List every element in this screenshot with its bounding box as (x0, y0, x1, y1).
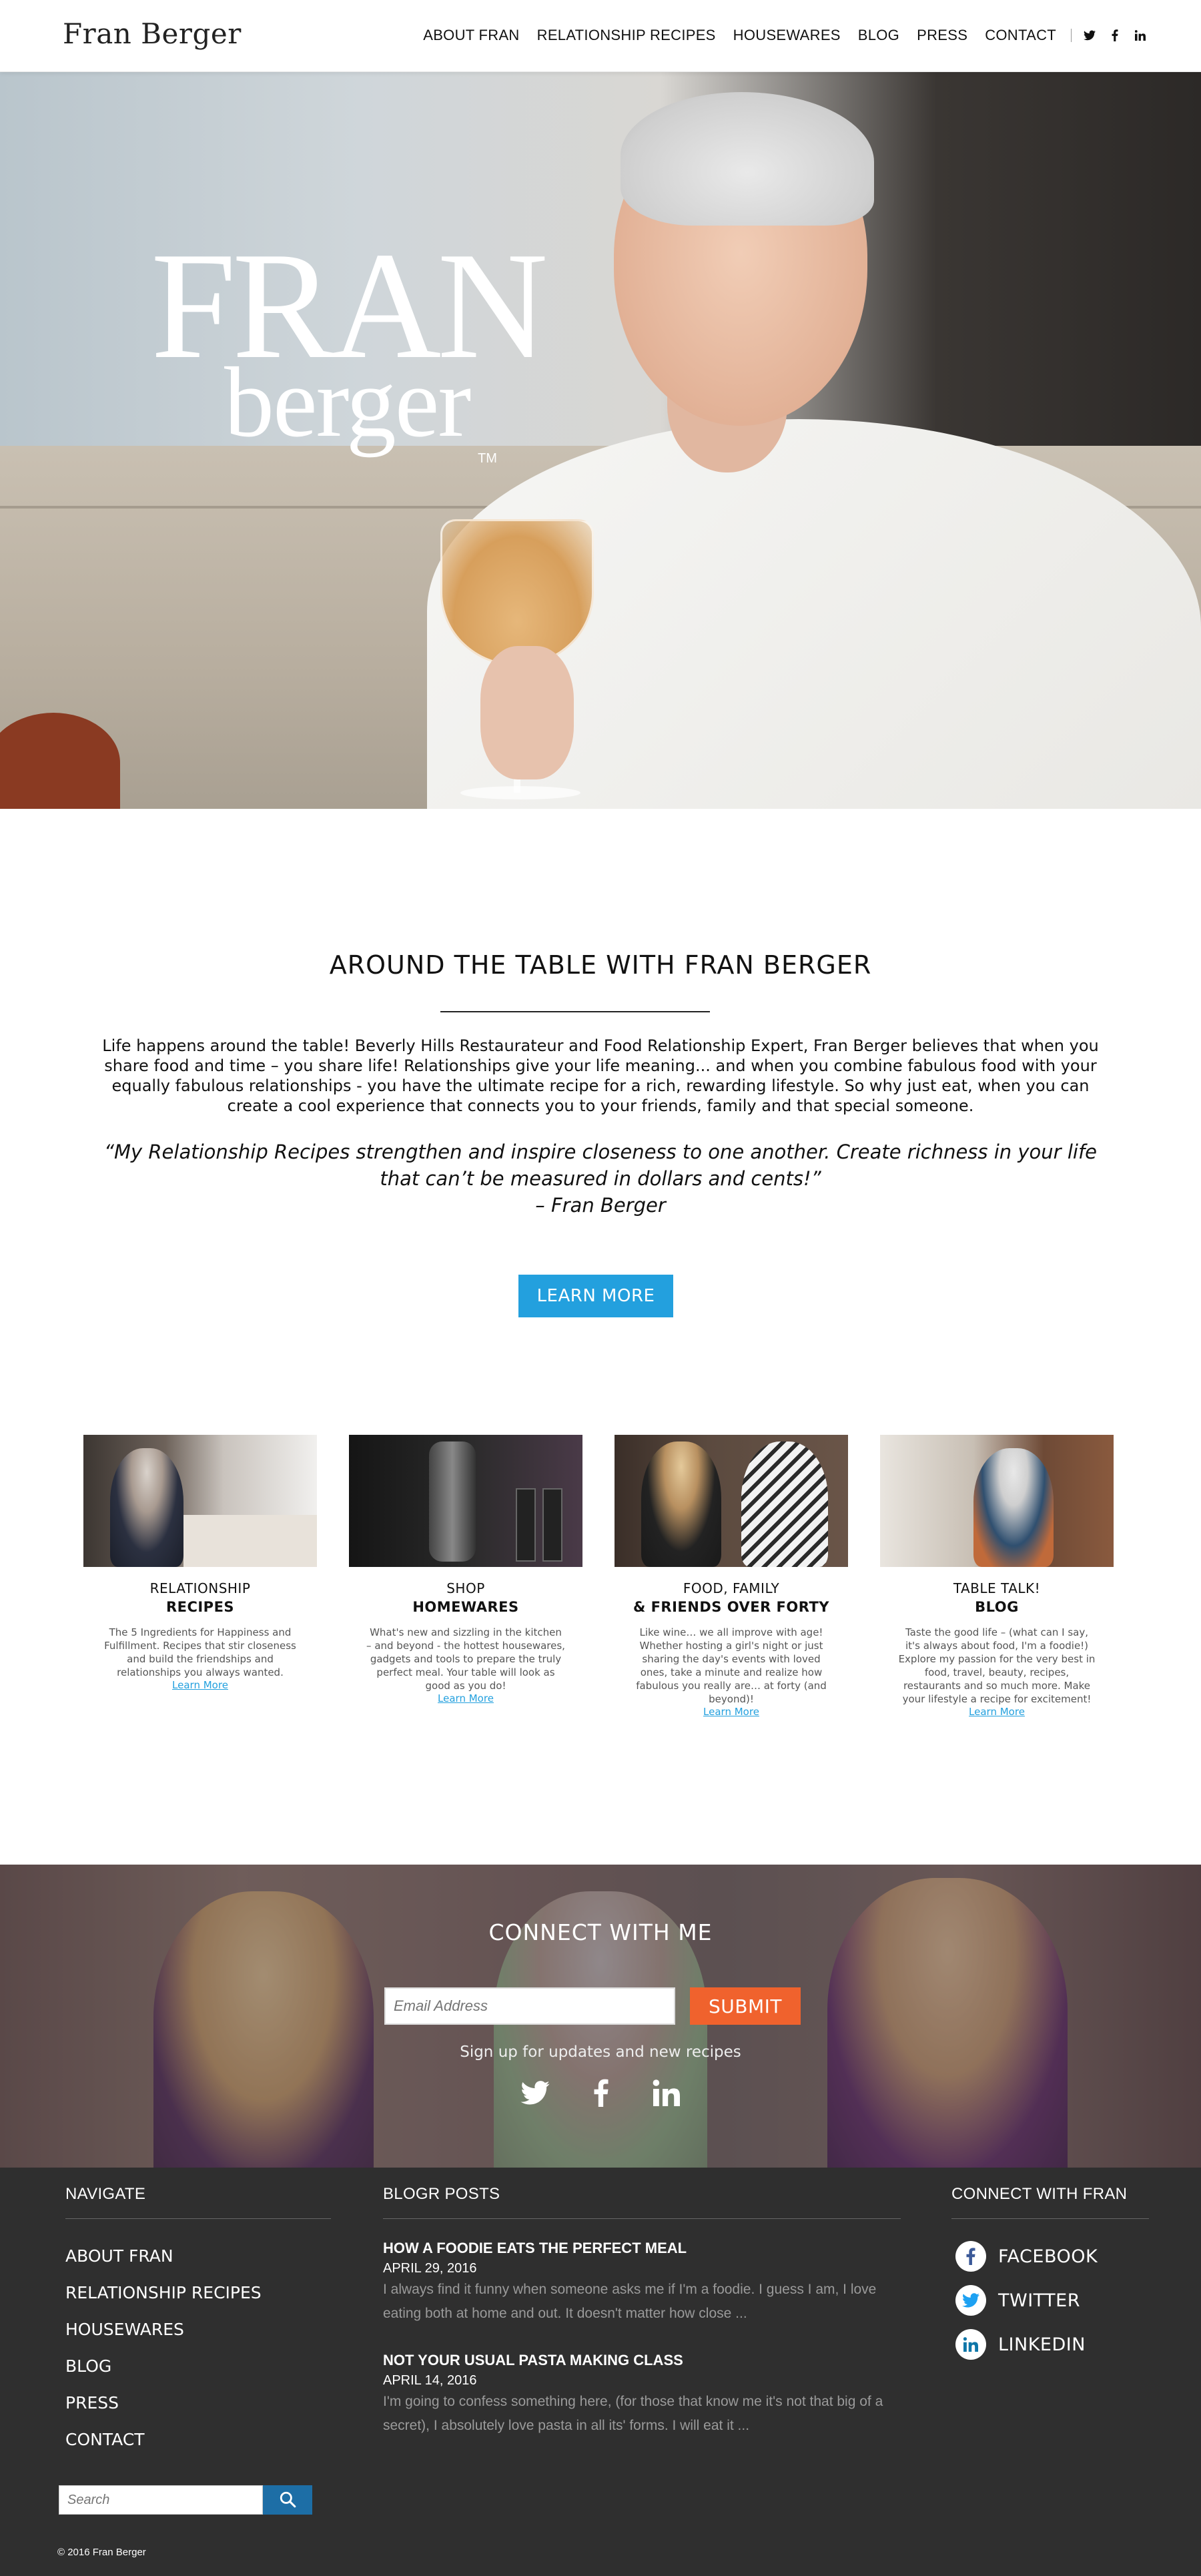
connect-social-icons (520, 2075, 681, 2113)
nav-about-fran[interactable]: ABOUT FRAN (423, 27, 519, 44)
card-food-family-friends: FOOD, FAMILY & FRIENDS OVER FORTY Like w… (615, 1435, 848, 1718)
card-learn-more-link[interactable]: Learn More (880, 1706, 1114, 1718)
hero-hair (621, 92, 874, 226)
hero-wine-glass (440, 519, 594, 666)
brand-logo[interactable]: Fran Berger (63, 17, 242, 50)
post-title[interactable]: NOT YOUR USUAL PASTA MAKING CLASS (383, 2352, 883, 2369)
search-icon (279, 2491, 296, 2510)
post-title[interactable]: HOW A FOODIE EATS THE PERFECT MEAL (383, 2240, 883, 2257)
card-image[interactable] (349, 1435, 582, 1567)
card-learn-more-link[interactable]: Learn More (615, 1706, 848, 1718)
card-description: Taste the good life – (what can I say, i… (898, 1626, 1096, 1705)
card-description: The 5 Ingredients for Happiness and Fulf… (104, 1626, 296, 1678)
hero-hand (480, 646, 574, 779)
main-nav: ABOUT FRAN RELATIONSHIP RECIPES HOUSEWAR… (406, 27, 1148, 44)
about-title: AROUND THE TABLE WITH FRAN BERGER (329, 950, 872, 980)
connect-section: CONNECT WITH ME SUBMIT Sign up for updat… (0, 1865, 1201, 2168)
card-image[interactable] (615, 1435, 848, 1567)
card-table-talk-blog: TABLE TALK! BLOG Taste the good life – (… (880, 1435, 1114, 1718)
card-learn-more-link[interactable]: Learn More (349, 1692, 582, 1704)
card-title-line1: RELATIONSHIP (149, 1580, 251, 1596)
quote-text: “My Relationship Recipes strengthen and … (103, 1141, 1097, 1190)
linkedin-icon (955, 2329, 986, 2360)
nav-relationship-recipes[interactable]: RELATIONSHIP RECIPES (537, 27, 716, 44)
nav-press[interactable]: PRESS (917, 27, 967, 44)
footer-social-facebook[interactable]: FACEBOOK (955, 2234, 1098, 2278)
about-quote: “My Relationship Recipes strengthen and … (93, 1139, 1108, 1219)
facebook-icon[interactable] (594, 2079, 609, 2110)
posts-divider (383, 2218, 901, 2219)
navigate-title: NAVIGATE (65, 2185, 146, 2203)
footer-nav-press[interactable]: PRESS (65, 2393, 262, 2430)
card-title-line2: BLOG (975, 1599, 1019, 1615)
footer-social-list: FACEBOOK TWITTER LINKEDIN (955, 2234, 1098, 2366)
linkedin-icon[interactable] (1133, 28, 1148, 43)
connect-title: CONNECT WITH ME (488, 1919, 713, 1945)
footer-nav-relationship-recipes[interactable]: RELATIONSHIP RECIPES (65, 2283, 262, 2320)
submit-button[interactable]: SUBMIT (690, 1987, 801, 2025)
connect-fran-divider (951, 2218, 1149, 2219)
card-title-line1: SHOP (446, 1580, 485, 1596)
twitter-icon[interactable] (520, 2080, 550, 2108)
email-input[interactable] (384, 1987, 675, 2025)
about-section: AROUND THE TABLE WITH FRAN BERGER Life h… (0, 809, 1201, 1409)
footer-nav: ABOUT FRAN RELATIONSHIP RECIPES HOUSEWAR… (65, 2246, 262, 2467)
card-image[interactable] (880, 1435, 1114, 1567)
connect-fran-title: CONNECT WITH FRAN (951, 2185, 1128, 2203)
hero-banner: FRAN berger TM (0, 72, 1201, 809)
navigate-divider (65, 2218, 331, 2219)
footer-nav-housewares[interactable]: HOUSEWARES (65, 2320, 262, 2356)
social-label: LINKEDIN (998, 2334, 1086, 2355)
card-title-line1: TABLE TALK! (953, 1580, 1041, 1596)
learn-more-button[interactable]: LEARN MORE (518, 1275, 673, 1317)
nav-housewares[interactable]: HOUSEWARES (733, 27, 841, 44)
card-title-line2: HOMEWARES (412, 1599, 519, 1615)
social-label: FACEBOOK (998, 2246, 1098, 2267)
quote-author: – Fran Berger (535, 1194, 666, 1217)
linkedin-icon[interactable] (653, 2079, 681, 2110)
about-body: Life happens around the table! Beverly H… (102, 1036, 1099, 1115)
card-shop-homewares: SHOP HOMEWARES What's new and sizzling i… (349, 1435, 582, 1704)
card-title-line1: FOOD, FAMILY (683, 1580, 780, 1596)
twitter-icon[interactable] (1082, 28, 1097, 43)
nav-blog[interactable]: BLOG (858, 27, 899, 44)
twitter-icon (955, 2285, 986, 2316)
post-date: APRIL 29, 2016 (383, 2261, 477, 2276)
post-date: APRIL 14, 2016 (383, 2373, 477, 2388)
card-description: What's new and sizzling in the kitchen –… (366, 1626, 565, 1692)
copyright: © 2016 Fran Berger (57, 2547, 146, 2558)
card-relationship-recipes: RELATIONSHIP RECIPES The 5 Ingredients f… (83, 1435, 317, 1691)
title-divider (440, 1011, 710, 1012)
card-title-line2: & FRIENDS OVER FORTY (633, 1599, 830, 1615)
footer-nav-blog[interactable]: BLOG (65, 2356, 262, 2393)
post-excerpt: I'm going to confess something here, (fo… (383, 2394, 883, 2433)
footer-nav-contact[interactable]: CONTACT (65, 2430, 262, 2467)
nav-divider (1071, 29, 1072, 42)
facebook-icon (955, 2241, 986, 2272)
feature-cards: RELATIONSHIP RECIPES The 5 Ingredients f… (0, 1435, 1201, 1735)
site-header: Fran Berger ABOUT FRAN RELATIONSHIP RECI… (0, 0, 1201, 72)
card-learn-more-link[interactable]: Learn More (83, 1679, 317, 1691)
nav-contact[interactable]: CONTACT (985, 27, 1056, 44)
card-description: Like wine… we all improve with age! Whet… (636, 1626, 827, 1705)
posts-title: BLOGR POSTS (383, 2185, 500, 2203)
blog-post: HOW A FOODIE EATS THE PERFECT MEAL APRIL… (383, 2240, 883, 2326)
social-label: TWITTER (998, 2290, 1080, 2311)
signup-text: Sign up for updates and new recipes (460, 2043, 741, 2061)
blog-post: NOT YOUR USUAL PASTA MAKING CLASS APRIL … (383, 2352, 883, 2438)
search-input[interactable] (59, 2485, 263, 2515)
post-excerpt: I always find it funny when someone asks… (383, 2282, 877, 2321)
card-image[interactable] (83, 1435, 317, 1567)
footer-social-twitter[interactable]: TWITTER (955, 2278, 1098, 2322)
search-button[interactable] (263, 2485, 312, 2515)
hero-logo-trademark: TM (478, 451, 497, 466)
hero-glass-base (460, 786, 580, 799)
footer-nav-about-fran[interactable]: ABOUT FRAN (65, 2246, 262, 2283)
footer-social-linkedin[interactable]: LINKEDIN (955, 2322, 1098, 2366)
site-footer: NAVIGATE ABOUT FRAN RELATIONSHIP RECIPES… (0, 2168, 1201, 2576)
card-title-line2: RECIPES (165, 1599, 235, 1615)
hero-logo: FRAN berger TM (151, 229, 548, 466)
facebook-icon[interactable] (1108, 28, 1122, 43)
